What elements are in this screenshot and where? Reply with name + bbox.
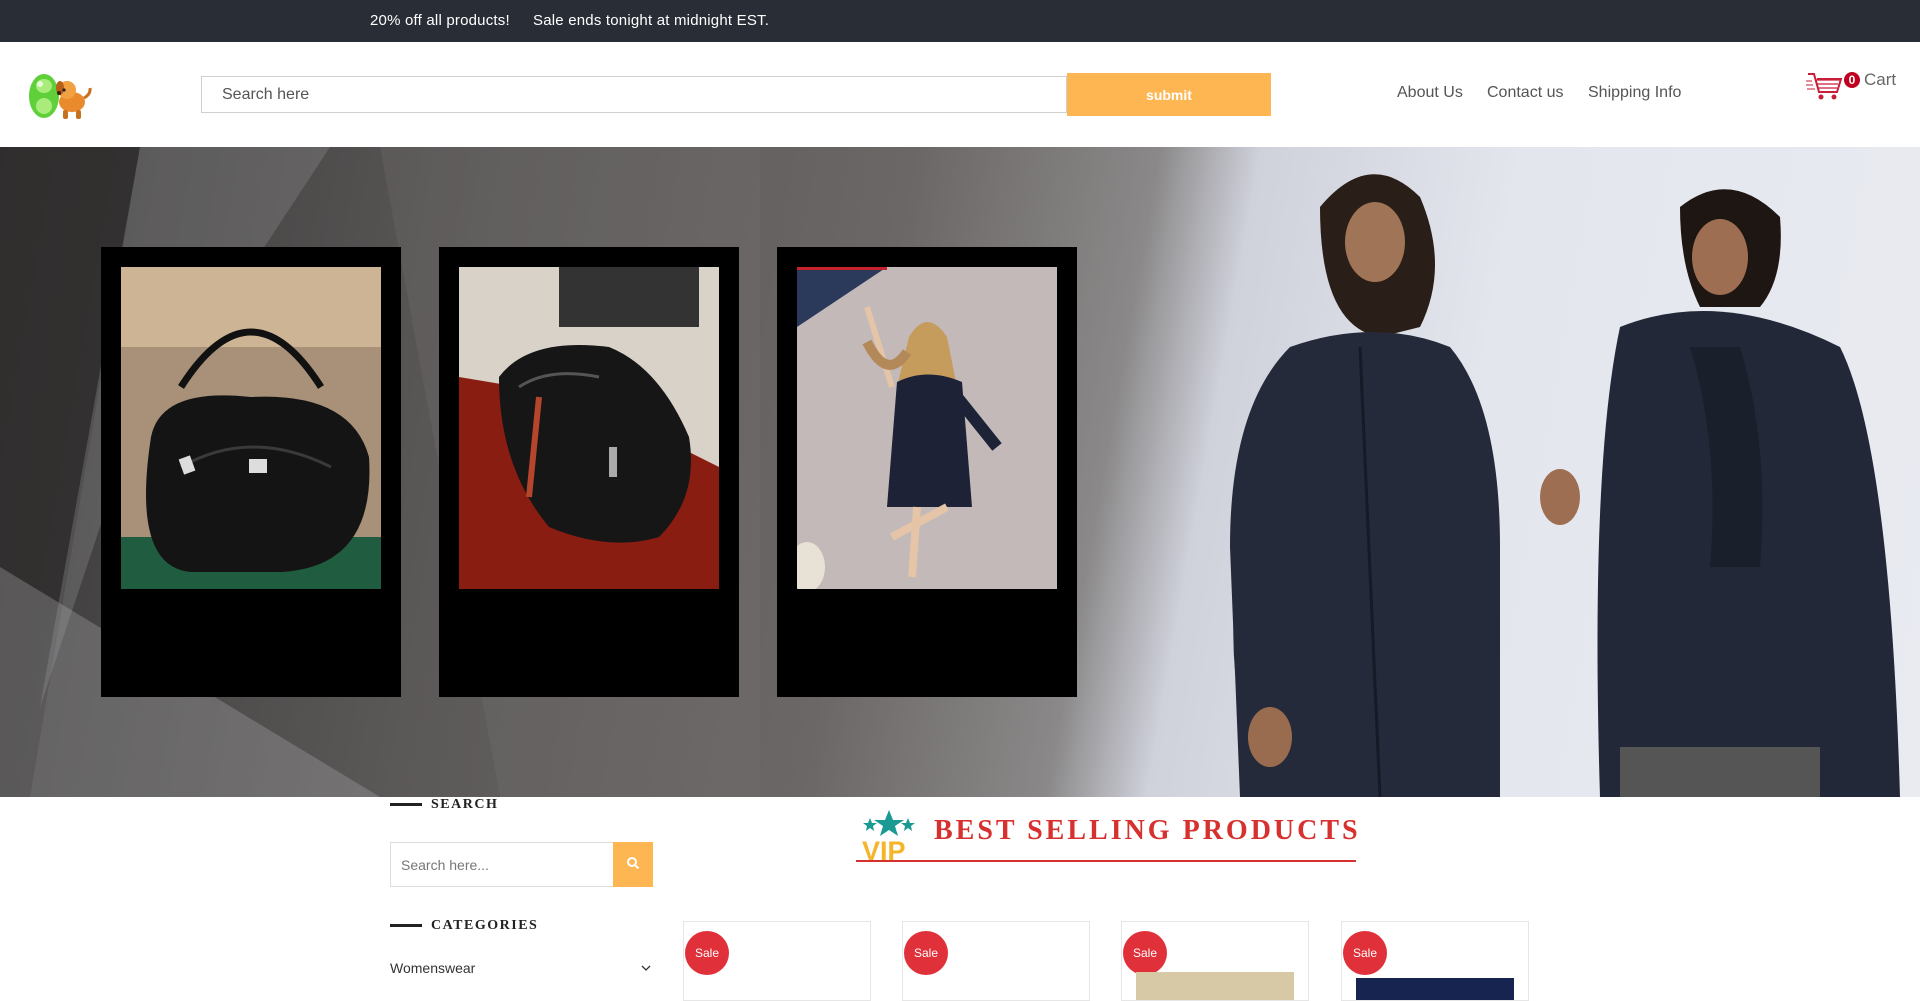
search-icon [627,857,640,870]
sidebar-search-box [390,842,653,887]
announcement-bar: 20% off all products! Sale ends tonight … [0,0,1920,42]
woman-dress-photo [797,267,1057,589]
hero-models-photo [1230,174,1900,797]
search-heading-text: SEARCH [431,797,499,812]
sale-badge: Sale [904,931,948,975]
product-card[interactable]: Sale [902,921,1090,1001]
hero-banner [0,147,1920,797]
chevron-down-icon[interactable] [640,962,652,974]
cart-count-badge: 0 [1844,72,1860,88]
shopping-cart-icon [1806,73,1843,100]
sidebar-search-button[interactable] [613,842,653,887]
best-selling-title: BEST SELLING PRODUCTS [934,815,1361,846]
toy-dog-logo-icon[interactable] [27,66,93,122]
svg-text:VIP: VIP [862,836,906,862]
header-search-input[interactable] [201,76,1067,113]
heading-bar [390,924,422,928]
sale-badge: Sale [1123,931,1167,975]
nav-link-contact-us[interactable]: Contact us [1487,84,1563,102]
sidebar-categories-heading: CATEGORIES [390,918,538,934]
categories-heading-text: CATEGORIES [431,918,539,933]
sidebar-search-heading: SEARCH [390,797,498,813]
product-card[interactable]: Sale [1341,921,1529,1001]
announcement-text-deadline: Sale ends tonight at midnight EST. [533,12,770,29]
heading-bar [390,803,422,807]
hero-card-sneaker[interactable] [439,247,739,697]
product-thumbnail [1136,972,1294,1000]
sneaker-photo [459,267,719,589]
vip-star-icon: VIP [858,808,920,866]
header-submit-button[interactable]: submit [1067,73,1271,116]
nav-link-about-us[interactable]: About Us [1397,84,1463,102]
product-thumbnail [1356,978,1514,1000]
hero-card-handbag[interactable] [101,247,401,697]
hero-card-dress[interactable] [777,247,1077,697]
sale-badge: Sale [685,931,729,975]
cart-label: Cart [1864,70,1897,89]
cart-button[interactable]: 0 Cart [1806,64,1896,104]
category-item-womenswear[interactable]: Womenswear [390,960,653,976]
nav-link-shipping-info[interactable]: Shipping Info [1588,84,1681,102]
handbag-photo [121,267,381,589]
sale-badge: Sale [1343,931,1387,975]
product-card[interactable]: Sale [683,921,871,1001]
best-selling-underline [856,860,1356,862]
sidebar-search-input[interactable] [391,843,613,886]
product-card[interactable]: Sale [1121,921,1309,1001]
announcement-text-discount: 20% off all products! [370,12,510,29]
site-header: submit About Us Contact us Shipping Info… [0,42,1920,147]
